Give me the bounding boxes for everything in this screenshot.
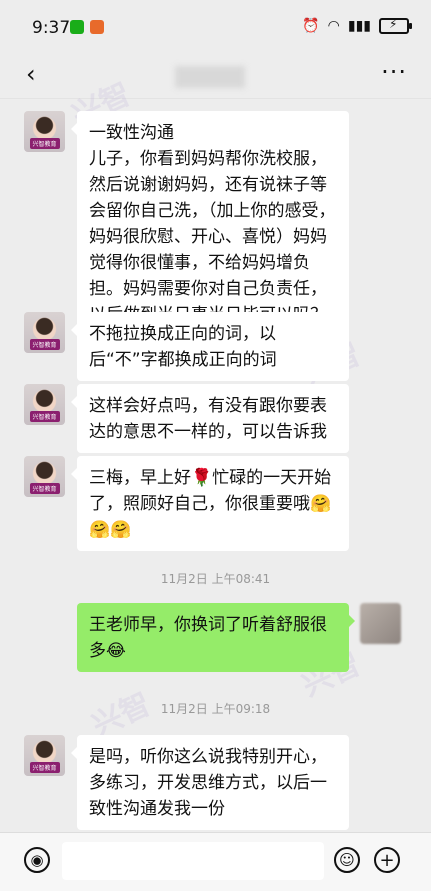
my-message-bubble[interactable]: 王老师早，你换词了听着舒服很多😂 — [77, 603, 355, 672]
avatar[interactable]: 兴智教育 — [24, 735, 65, 776]
plus-icon[interactable]: + — [374, 847, 400, 873]
timestamp: 11月2日 上午09:18 — [160, 702, 271, 716]
more-button[interactable]: ··· — [381, 58, 407, 86]
avatar-badge: 兴智教育 — [29, 339, 60, 350]
back-button[interactable]: ‹ — [26, 60, 36, 88]
input-bar: ◉ ☺ + — [0, 832, 431, 891]
message-text: 是吗，听你这么说我特别开心，多练习，开发思维方式，以后一致性沟通发我一份 — [89, 747, 327, 819]
avatar-badge: 兴智教育 — [29, 138, 60, 149]
my-avatar[interactable] — [360, 603, 401, 644]
message-bubble[interactable]: 是吗，听你这么说我特别开心，多练习，开发思维方式，以后一致性沟通发我一份 — [71, 735, 349, 830]
message-text: 王老师早，你换词了听着舒服很多😂 — [89, 615, 327, 661]
alarm-icon: ⏰ — [302, 18, 320, 34]
app-icon — [90, 20, 104, 34]
message-text: 这样会好点吗，有没有跟你要表达的意思不一样的，可以告诉我 — [89, 396, 327, 442]
emoji-icon[interactable]: ☺ — [334, 847, 360, 873]
status-right-icons: ⏰ ◠ ▮▮▮ ⚡ — [302, 17, 412, 34]
message-text: 一致性沟通 — [89, 123, 174, 143]
status-bar: 9:37 ⏰ ◠ ▮▮▮ ⚡ — [0, 0, 431, 48]
avatar-badge: 兴智教育 — [29, 483, 60, 494]
message-text: 儿子，你看到妈妈帮你洗校服，然后说谢谢妈妈，还有说袜子等会留你自己洗，（加上你的… — [89, 149, 336, 325]
status-time: 9:37 — [32, 18, 71, 38]
avatar-badge: 兴智教育 — [29, 762, 60, 773]
message-bubble[interactable]: 不拖拉换成正向的词，以后“不”字都换成正向的词 — [71, 312, 349, 381]
message-bubble[interactable]: 三梅，早上好🌹忙碌的一天开始了，照顾好自己，你很重要哦🤗🤗🤗 — [71, 456, 349, 551]
timestamp: 11月2日 上午08:41 — [160, 572, 271, 586]
message-input[interactable] — [62, 842, 324, 880]
wechat-icon — [70, 20, 84, 34]
chat-header: ‹ ··· — [0, 48, 431, 99]
voice-icon[interactable]: ◉ — [24, 847, 50, 873]
wifi-icon: ◠ — [327, 18, 340, 34]
battery-icon: ⚡ — [379, 17, 412, 34]
avatar[interactable]: 兴智教育 — [24, 384, 65, 425]
message-bubble[interactable]: 这样会好点吗，有没有跟你要表达的意思不一样的，可以告诉我 — [71, 384, 349, 453]
chat-title-blurred — [175, 66, 245, 88]
message-text: 不拖拉换成正向的词，以后“不”字都换成正向的词 — [89, 324, 277, 370]
message-text: 三梅，早上好🌹忙碌的一天开始了，照顾好自己，你很重要哦🤗🤗🤗 — [89, 468, 332, 540]
avatar-badge: 兴智教育 — [29, 411, 60, 422]
avatar[interactable]: 兴智教育 — [24, 456, 65, 497]
signal-icon: ▮▮▮ — [347, 18, 371, 34]
avatar[interactable]: 兴智教育 — [24, 111, 65, 152]
avatar[interactable]: 兴智教育 — [24, 312, 65, 353]
message-bubble[interactable]: 一致性沟通 儿子，你看到妈妈帮你洗校服，然后说谢谢妈妈，还有说袜子等会留你自己洗… — [71, 111, 349, 336]
